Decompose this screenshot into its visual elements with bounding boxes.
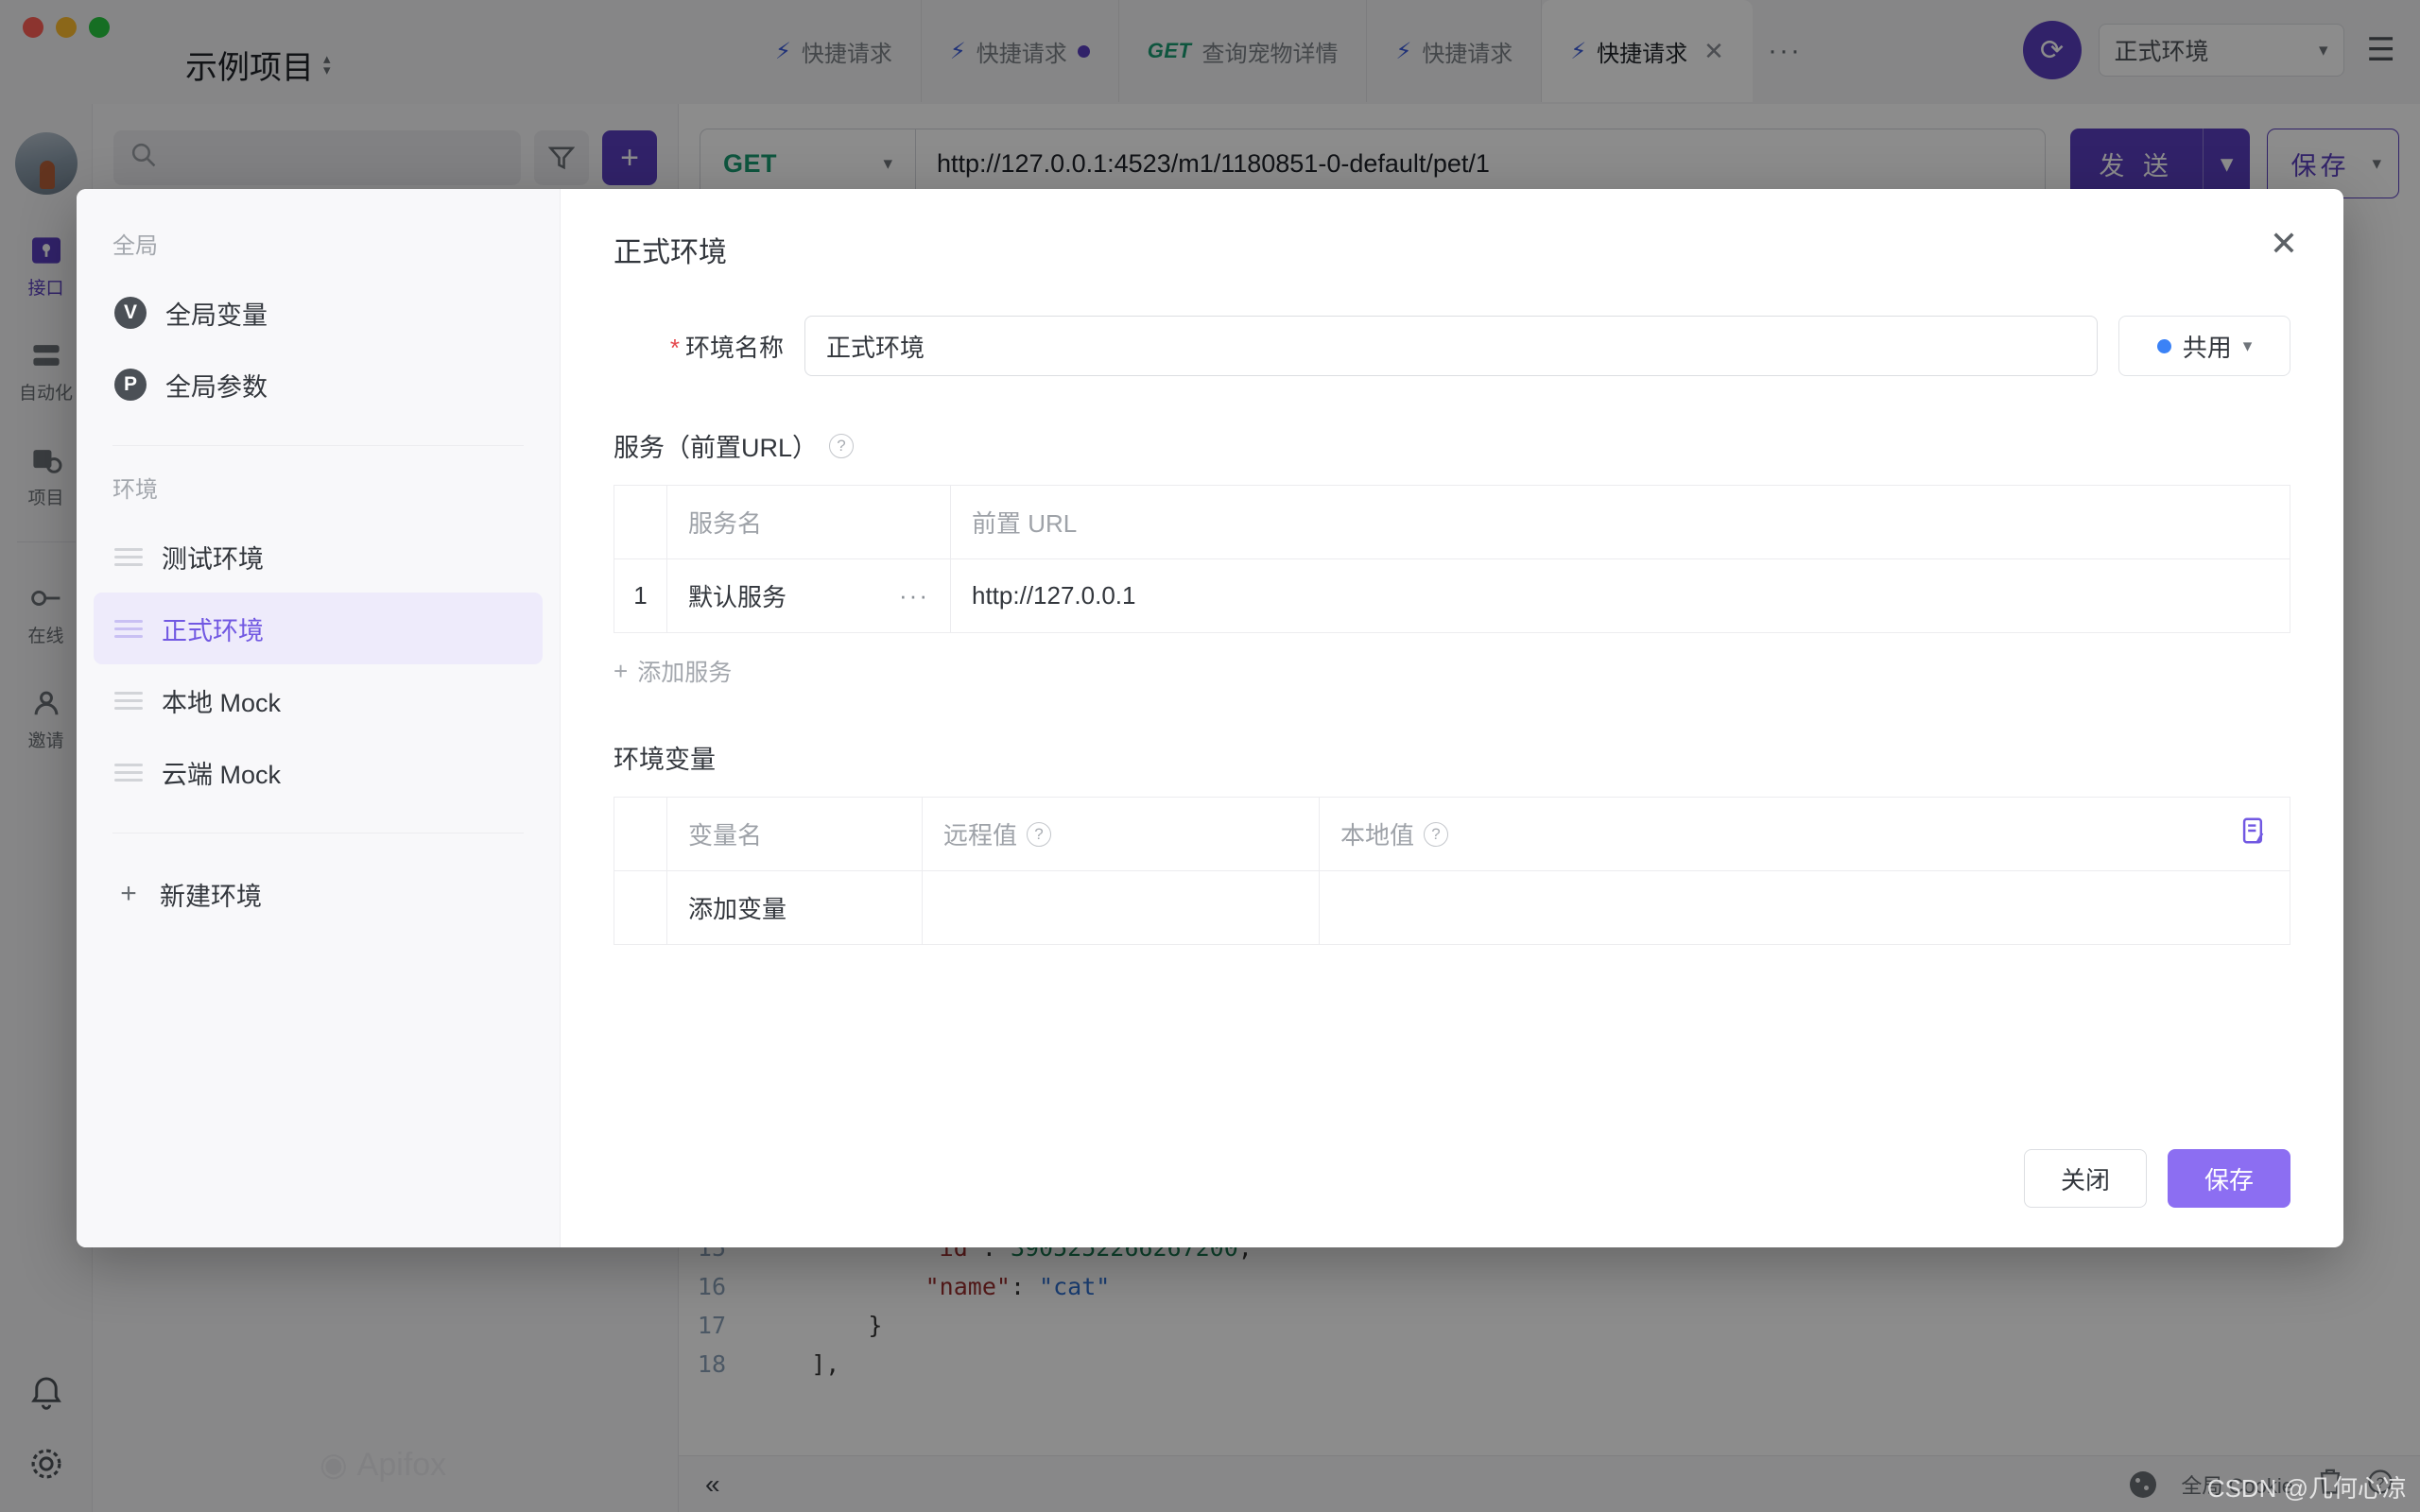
- row-index: [614, 870, 667, 945]
- environment-sidebar: 全局 V 全局变量 P 全局参数 环境 测试环境 正式环境 本地 Mock 云端…: [77, 189, 561, 1247]
- chevron-down-icon: ▾: [2242, 335, 2253, 356]
- dialog-title: 正式环境: [614, 237, 727, 268]
- environment-name-label: * 环境名称: [614, 329, 784, 364]
- visibility-label: 共用: [2182, 333, 2232, 362]
- environment-name-input[interactable]: 正式环境: [804, 316, 2098, 376]
- variables-table: 变量名 远程值 ? 本地值 ? 添加变量: [614, 797, 2290, 945]
- environment-name-label-text: 环境名称: [684, 333, 784, 362]
- services-table-header-row: 服务名 前置 URL: [614, 485, 2290, 559]
- row-more-icon[interactable]: ···: [899, 581, 929, 610]
- services-col-url: 前置 URL: [950, 485, 2290, 559]
- services-table: 服务名 前置 URL 1 默认服务 ··· http://127.0.0.1: [614, 485, 2290, 633]
- env-group-title: 环境: [112, 477, 158, 503]
- services-section-title: 服务（前置URL） ?: [614, 427, 2290, 464]
- variables-col-local: 本地值 ?: [1319, 797, 2290, 871]
- drag-handle-icon[interactable]: [114, 763, 143, 782]
- variables-section-title: 环境变量: [614, 739, 2290, 776]
- visibility-select[interactable]: 共用 ▾: [2118, 316, 2290, 376]
- variables-section-label: 环境变量: [614, 746, 716, 774]
- dialog-footer: 关闭 保存: [2024, 1149, 2290, 1208]
- service-url-cell[interactable]: http://127.0.0.1: [950, 558, 2290, 633]
- add-environment-label: 新建环境: [160, 882, 262, 911]
- close-icon[interactable]: ✕: [2270, 227, 2298, 261]
- sidebar-divider: [112, 445, 524, 446]
- add-environment-button[interactable]: + 新建环境: [94, 858, 543, 930]
- sidebar-item-label: 本地 Mock: [162, 688, 282, 717]
- csdn-watermark: CSDN @几何心凉: [2206, 1474, 2407, 1503]
- bulk-edit-icon[interactable]: [2240, 816, 2269, 851]
- environment-detail-panel: 正式环境 ✕ * 环境名称 正式环境 共用 ▾ 服务（前置URL） ? 服务名 …: [561, 189, 2343, 1247]
- plus-icon: +: [120, 878, 137, 909]
- help-icon[interactable]: ?: [1027, 821, 1052, 847]
- remote-value-cell[interactable]: [922, 870, 1320, 945]
- add-variable-input[interactable]: 添加变量: [666, 870, 923, 945]
- help-icon[interactable]: ?: [1424, 821, 1449, 847]
- drag-handle-icon[interactable]: [114, 547, 143, 566]
- required-marker: *: [669, 333, 680, 362]
- sidebar-item-local-mock[interactable]: 本地 Mock: [94, 664, 543, 736]
- plus-icon: +: [614, 656, 629, 685]
- variables-col-remote-label: 远程值: [943, 821, 1018, 850]
- save-dialog-button[interactable]: 保存: [2168, 1149, 2290, 1208]
- service-name-cell[interactable]: 默认服务 ···: [666, 558, 951, 633]
- drag-handle-icon[interactable]: [114, 691, 143, 710]
- row-index: 1: [614, 558, 667, 633]
- sidebar-item-global-params[interactable]: P 全局参数: [94, 349, 543, 421]
- table-row[interactable]: 1 默认服务 ··· http://127.0.0.1: [614, 558, 2290, 633]
- environment-name-row: * 环境名称 正式环境 共用 ▾: [614, 316, 2290, 376]
- services-section-label: 服务（前置URL）: [614, 434, 819, 462]
- sidebar-item-label: 全局变量: [165, 301, 268, 330]
- add-service-label: 添加服务: [637, 660, 733, 686]
- environment-name-value: 正式环境: [826, 333, 925, 362]
- global-group-title: 全局: [112, 233, 158, 259]
- services-col-index: [614, 485, 667, 559]
- sidebar-item-test-env[interactable]: 测试环境: [94, 521, 543, 593]
- variables-col-index: [614, 797, 667, 871]
- local-value-cell[interactable]: [1319, 870, 2290, 945]
- environment-manager-dialog: 全局 V 全局变量 P 全局参数 环境 测试环境 正式环境 本地 Mock 云端…: [77, 189, 2343, 1247]
- param-badge-icon: P: [114, 369, 147, 401]
- variables-col-name: 变量名: [666, 797, 923, 871]
- variables-col-remote: 远程值 ?: [922, 797, 1320, 871]
- sidebar-item-prod-env[interactable]: 正式环境: [94, 593, 543, 664]
- sidebar-item-cloud-mock[interactable]: 云端 Mock: [94, 736, 543, 808]
- sidebar-item-label: 云端 Mock: [162, 760, 282, 789]
- close-dialog-button[interactable]: 关闭: [2024, 1149, 2147, 1208]
- variables-table-header-row: 变量名 远程值 ? 本地值 ?: [614, 797, 2290, 871]
- sidebar-item-global-variables[interactable]: V 全局变量: [94, 277, 543, 349]
- sidebar-item-label: 测试环境: [162, 544, 264, 574]
- service-name-value: 默认服务: [688, 583, 787, 611]
- sidebar-item-label: 全局参数: [165, 372, 268, 402]
- status-dot-icon: [2156, 338, 2171, 353]
- drag-handle-icon[interactable]: [114, 619, 143, 638]
- add-service-button[interactable]: + 添加服务: [614, 654, 2290, 688]
- sidebar-item-label: 正式环境: [162, 616, 264, 645]
- variable-badge-icon: V: [114, 297, 147, 329]
- table-row[interactable]: 添加变量: [614, 870, 2290, 945]
- variables-col-local-label: 本地值: [1340, 821, 1415, 850]
- services-col-name: 服务名: [666, 485, 951, 559]
- help-icon[interactable]: ?: [829, 433, 855, 458]
